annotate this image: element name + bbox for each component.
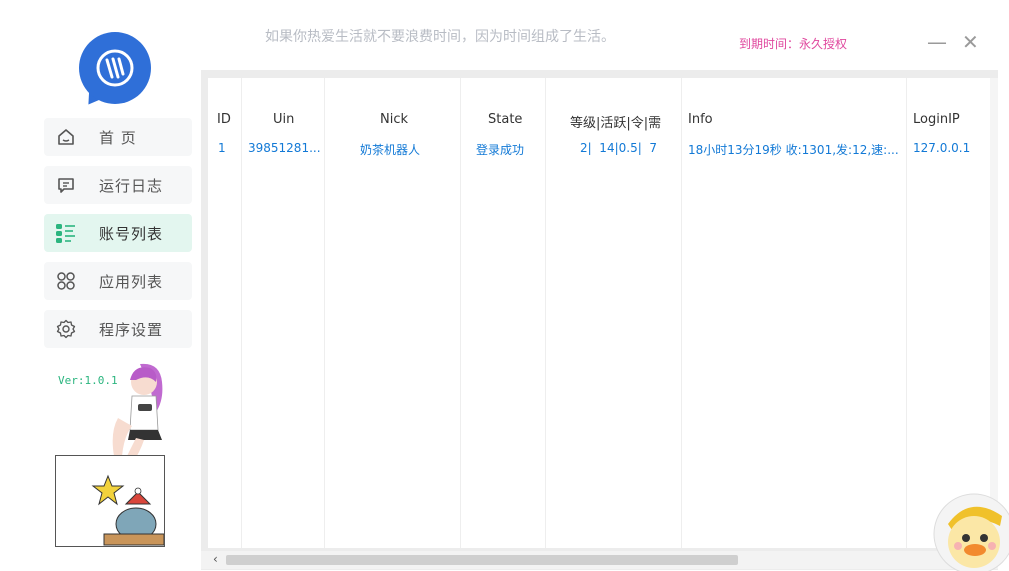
close-button[interactable]: ✕ xyxy=(962,32,979,52)
log-icon xyxy=(55,174,77,196)
table-cell-state[interactable]: 登录成功 xyxy=(476,141,524,158)
table-cell-loginip[interactable]: 127.0.0.1 xyxy=(913,141,970,155)
vertical-scrollbar[interactable] xyxy=(990,78,998,548)
column-header-level[interactable]: 等级|活跃|令|需 xyxy=(570,112,661,131)
gear-icon xyxy=(55,318,77,340)
account-table: ID Uin Nick State 等级|活跃|令|需 Info LoginIP… xyxy=(208,78,990,548)
column-header-nick[interactable]: Nick xyxy=(380,112,408,127)
column-header-id[interactable]: ID xyxy=(217,112,231,127)
duck-avatar xyxy=(933,493,1009,571)
expire-label: 到期时间：永久授权 xyxy=(739,37,848,51)
column-header-loginip[interactable]: LoginIP xyxy=(913,112,960,127)
column-header-info[interactable]: Info xyxy=(688,112,713,127)
scroll-left-arrow-icon[interactable]: ‹ xyxy=(213,552,218,566)
anime-girl-illustration xyxy=(112,363,163,464)
home-icon xyxy=(55,126,77,148)
sidebar-item-settings[interactable]: 程序设置 xyxy=(44,310,192,348)
scrollbar-thumb[interactable] xyxy=(226,555,738,565)
app-logo xyxy=(79,32,151,111)
table-cell-uin[interactable]: 39851281... xyxy=(248,141,321,155)
column-header-state[interactable]: State xyxy=(488,112,522,127)
table-cell-id[interactable]: 1 xyxy=(218,141,226,155)
sidebar-item-home[interactable]: 首 页 xyxy=(44,118,192,156)
table-cell-info[interactable]: 18小时13分19秒 收:1301,发:12,速:... xyxy=(688,141,899,158)
slogan-text: 如果你热爱生活就不要浪费时间，因为时间组成了生活。 xyxy=(265,29,615,45)
minimize-button[interactable]: — xyxy=(927,32,947,52)
sidebar-item-label: 首 页 xyxy=(99,128,137,147)
table-cell-nick[interactable]: 奶茶机器人 xyxy=(360,141,420,158)
sidebar-item-label: 应用列表 xyxy=(99,272,164,291)
sidebar-item-app-list[interactable]: 应用列表 xyxy=(44,262,192,300)
decorative-card xyxy=(55,455,165,547)
list-icon xyxy=(55,222,77,244)
sidebar-item-account-list[interactable]: 账号列表 xyxy=(44,214,192,252)
sidebar-item-run-log[interactable]: 运行日志 xyxy=(44,166,192,204)
sidebar-item-label: 运行日志 xyxy=(99,176,164,195)
logo-stripes-icon xyxy=(96,49,134,87)
sidebar-nav: 首 页 运行日志 账号列表 应用列表 程序设置 xyxy=(44,118,192,358)
apps-icon xyxy=(55,270,77,292)
table-cell-level[interactable]: 2| 14|0.5| 7 xyxy=(580,141,657,155)
sidebar-item-label: 程序设置 xyxy=(99,320,164,339)
star-icon xyxy=(91,474,125,506)
sidebar-item-label: 账号列表 xyxy=(99,224,164,243)
column-header-uin[interactable]: Uin xyxy=(273,112,294,127)
